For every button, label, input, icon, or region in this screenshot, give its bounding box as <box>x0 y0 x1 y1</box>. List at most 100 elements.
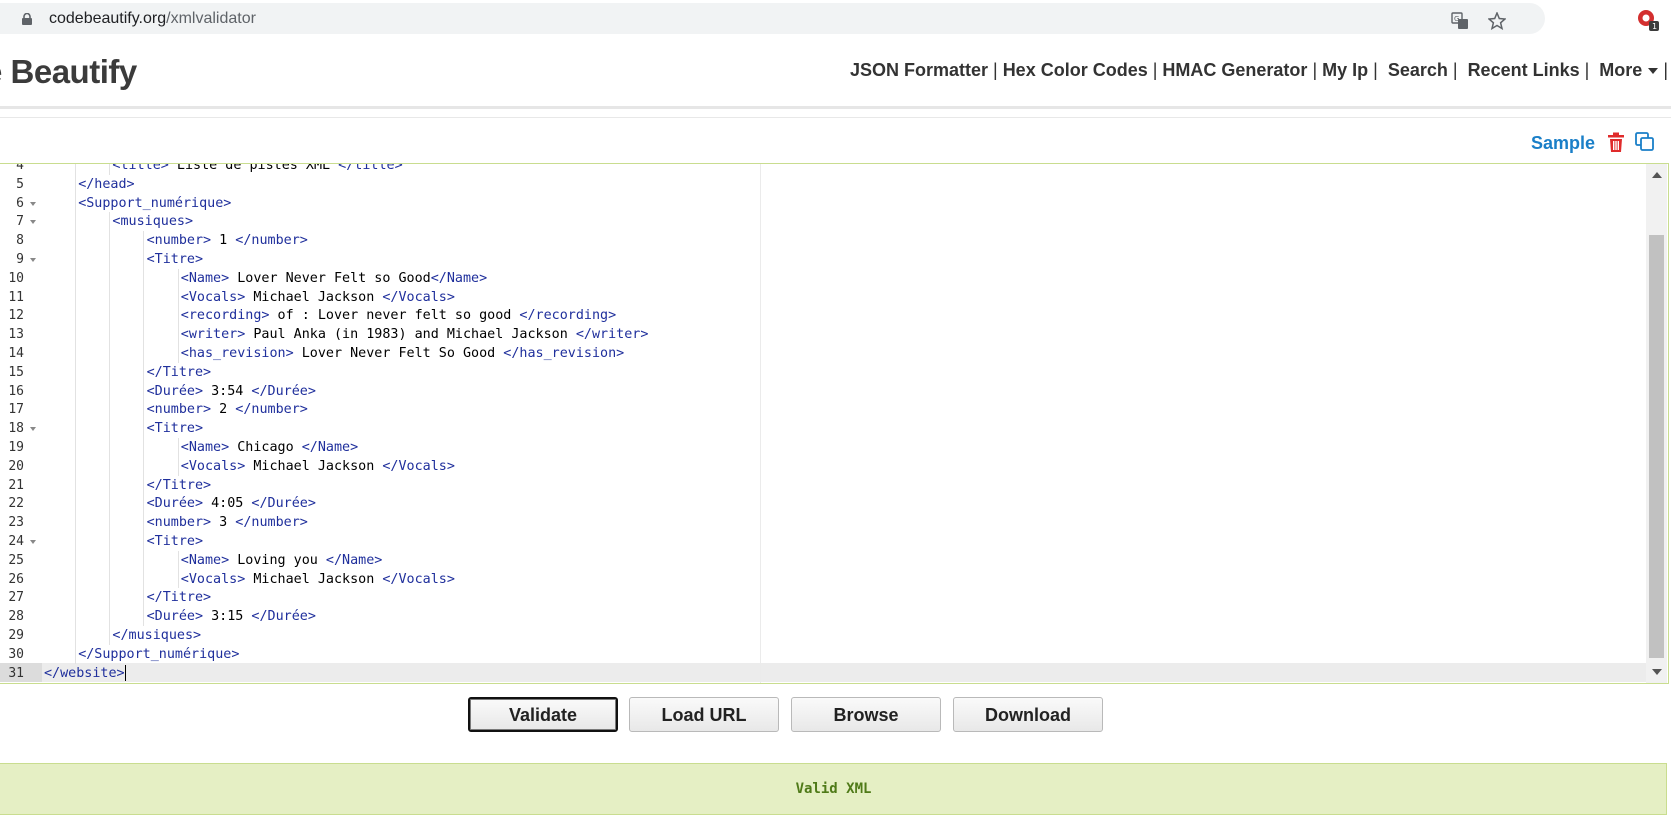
code-line: <title> Liste de pistes XML </title> <box>112 163 403 173</box>
indent-guide <box>109 231 111 250</box>
lock-icon <box>22 13 32 25</box>
svg-text:G: G <box>1454 15 1459 23</box>
indent-guide <box>75 588 76 608</box>
nav-more[interactable]: More <box>1599 60 1659 80</box>
line-number: 26 <box>8 571 24 587</box>
indent-guide <box>143 325 145 344</box>
line-number: 30 <box>8 646 24 662</box>
indent-guide <box>143 287 145 307</box>
indent-guide <box>75 456 76 476</box>
indent-guide <box>143 588 145 608</box>
copy-icon[interactable] <box>1635 132 1655 152</box>
indent-guide <box>109 494 111 514</box>
code-line: </website> <box>44 664 126 681</box>
indent-guide <box>75 164 76 175</box>
indent-guide <box>75 400 76 420</box>
line-number: 15 <box>8 364 24 380</box>
url-text[interactable]: codebeautify.org/xmlvalidator <box>49 10 256 28</box>
indent-guide <box>177 344 179 363</box>
xml-editor[interactable]: 4 5 6 7 8 9 10 11 12 13 14 15 16 17 18 19 20 21 22 23 24 25 26… <box>0 163 1669 684</box>
nav-separator: | <box>1147 60 1163 80</box>
indent-guide <box>75 438 76 457</box>
url-domain: codebeautify.org <box>49 10 167 27</box>
code-line: </Titre> <box>146 364 212 380</box>
indent-guide <box>75 475 76 495</box>
indent-guide <box>75 494 76 514</box>
indent-guide <box>75 644 76 664</box>
code-line: </Support_numérique> <box>78 646 240 662</box>
fold-arrow-icon[interactable] <box>30 427 36 432</box>
indent-guide <box>75 174 76 194</box>
nav-recent-links[interactable]: Recent Links <box>1468 60 1580 80</box>
indent-guide <box>143 400 145 420</box>
nav-json-formatter[interactable]: JSON Formatter <box>850 60 988 80</box>
bookmark-star-icon[interactable] <box>1488 12 1506 30</box>
indent-guide <box>75 569 76 589</box>
editor-scrollbar[interactable] <box>1646 164 1667 683</box>
line-number: 28 <box>8 609 24 625</box>
code-line: <recording> of : Lover never felt so goo… <box>180 308 617 324</box>
line-number: 14 <box>8 346 24 361</box>
code-line: <Vocals> Michael Jackson </Vocals> <box>180 571 455 587</box>
indent-guide <box>143 532 145 551</box>
line-number: 6 <box>16 195 24 211</box>
nav-hex-color-codes[interactable]: Hex Color Codes <box>1003 60 1148 80</box>
line-number: 18 <box>8 421 24 437</box>
fold-arrow-icon[interactable] <box>30 201 36 206</box>
sample-link[interactable]: Sample <box>1531 133 1595 154</box>
indent-guide <box>109 164 111 175</box>
scroll-up-arrow-icon[interactable] <box>1652 172 1662 178</box>
indent-guide <box>75 550 76 570</box>
validation-result: Valid XML <box>0 763 1667 815</box>
code-line: <Titre> <box>146 252 204 267</box>
indent-guide <box>109 475 111 495</box>
nav-hmac-generator[interactable]: HMAC Generator <box>1162 60 1307 80</box>
indent-guide <box>109 419 111 438</box>
code-line: </musiques> <box>112 628 202 643</box>
indent-guide <box>143 513 145 532</box>
browse-button[interactable]: Browse <box>791 697 941 732</box>
extension-icon[interactable]: 1 <box>1636 7 1660 31</box>
scrollbar-thumb[interactable] <box>1649 235 1664 658</box>
nav-my-ip[interactable]: My Ip <box>1322 60 1368 80</box>
indent-guide <box>143 268 145 288</box>
print-margin <box>760 164 761 683</box>
indent-guide <box>75 306 76 326</box>
translate-icon[interactable]: G <box>1451 12 1469 30</box>
validate-button[interactable]: Validate <box>468 697 618 732</box>
code-line: <Vocals> Michael Jackson </Vocals> <box>180 458 455 474</box>
address-bar[interactable]: codebeautify.org/xmlvalidator G <box>0 3 1545 34</box>
fold-arrow-icon[interactable] <box>30 220 36 225</box>
load-url-button[interactable]: Load URL <box>629 697 779 732</box>
nav-search[interactable]: Search <box>1388 60 1448 80</box>
site-logo[interactable]: e Beautify <box>0 53 137 91</box>
code-line: <Name> Lover Never Felt so Good</Name> <box>180 270 488 286</box>
line-number: 20 <box>8 458 24 474</box>
indent-guide <box>143 250 145 269</box>
indent-guide <box>109 268 111 288</box>
trash-icon[interactable] <box>1607 132 1625 153</box>
indent-guide <box>177 306 179 326</box>
indent-guide <box>143 550 145 570</box>
indent-guide <box>109 513 111 532</box>
indent-guide <box>109 607 111 626</box>
indent-guide <box>143 456 145 476</box>
indent-guide <box>177 456 179 476</box>
fold-arrow-icon[interactable] <box>30 540 36 544</box>
line-number: 24 <box>8 534 24 549</box>
line-number: 9 <box>16 252 24 267</box>
download-button[interactable]: Download <box>953 697 1103 732</box>
fold-arrow-icon[interactable] <box>30 258 36 262</box>
indent-guide <box>109 550 111 570</box>
indent-guide <box>143 475 145 495</box>
indent-guide <box>109 532 111 551</box>
code-line: <number> 2 </number> <box>146 402 308 418</box>
nav-separator: | <box>1447 60 1468 80</box>
code-line: <has_revision> Lover Never Felt So Good … <box>180 346 625 361</box>
editor-gutter: 4 5 6 7 8 9 10 11 12 13 14 15 16 17 18 19 20 21 22 23 24 25 26… <box>0 164 42 683</box>
line-number: 8 <box>16 233 24 249</box>
scroll-down-arrow-icon[interactable] <box>1652 669 1662 675</box>
line-number: 29 <box>8 628 24 643</box>
line-number: 23 <box>8 515 24 531</box>
line-number: 21 <box>8 477 24 493</box>
